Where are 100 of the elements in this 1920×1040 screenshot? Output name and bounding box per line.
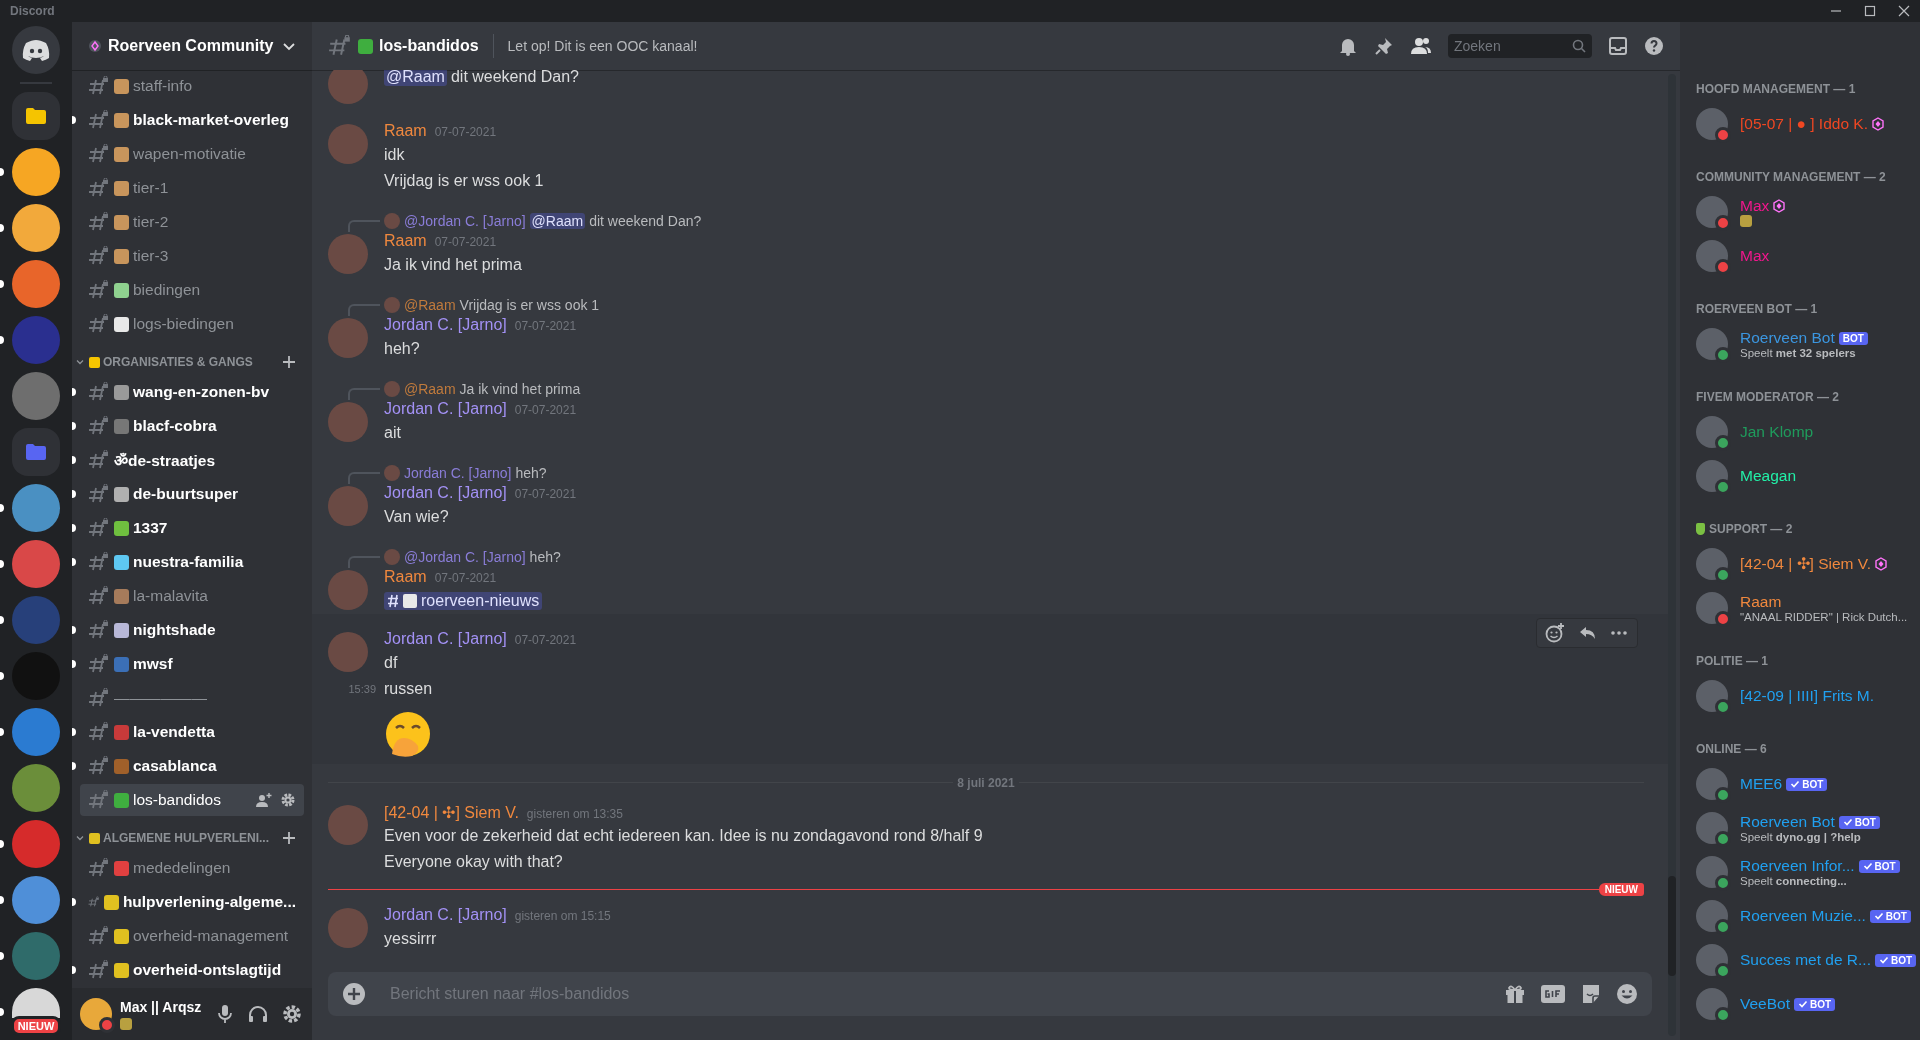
server-icon[interactable] bbox=[12, 988, 60, 1018]
channel-item[interactable]: tier-1 bbox=[80, 172, 304, 204]
member-item[interactable]: Jan Klomp bbox=[1688, 410, 1912, 454]
member-item[interactable]: [05-07 | ● ] Iddo K. bbox=[1688, 102, 1912, 146]
author-name[interactable]: Jordan C. [Jarno] bbox=[384, 484, 507, 502]
close-icon[interactable] bbox=[1898, 5, 1910, 17]
member-item[interactable]: Max bbox=[1688, 234, 1912, 278]
pin-icon[interactable] bbox=[1374, 36, 1394, 56]
timestamp: gisteren om 13:35 bbox=[526, 807, 623, 821]
reply-connector bbox=[348, 388, 380, 400]
mention[interactable]: @Raam bbox=[529, 213, 586, 229]
server-icon[interactable] bbox=[12, 876, 60, 924]
channel-item[interactable]: biedingen bbox=[80, 274, 304, 306]
reply-author[interactable]: Jordan C. [Jarno] bbox=[404, 465, 512, 481]
channel-item[interactable]: —————— bbox=[80, 682, 304, 714]
server-icon[interactable] bbox=[12, 260, 60, 308]
member-item[interactable]: Roerveen Bot BOT Speelt dyno.gg | ?help bbox=[1688, 806, 1912, 850]
channel-item[interactable]: blacf-cobra bbox=[80, 410, 304, 442]
channel-item[interactable]: nightshade bbox=[80, 614, 304, 646]
reply-author[interactable]: @Jordan C. [Jarno] bbox=[404, 549, 526, 565]
channel-item[interactable]: la-vendetta bbox=[80, 716, 304, 748]
category-title[interactable]: ALGEMENE HULPVERLENI... bbox=[103, 831, 279, 845]
reply-author[interactable]: @Jordan C. [Jarno] bbox=[404, 213, 526, 229]
members-icon[interactable] bbox=[1410, 36, 1432, 56]
server-icon[interactable] bbox=[12, 204, 60, 252]
channel-item[interactable]: la-malavita bbox=[80, 580, 304, 612]
author-name[interactable]: Jordan C. [Jarno] bbox=[384, 906, 507, 924]
bell-icon[interactable] bbox=[1338, 36, 1358, 56]
member-item[interactable]: Roerveen Bot BOT Speelt met 32 spelers bbox=[1688, 322, 1912, 366]
channel-item[interactable]: overheid-ontslagtijd bbox=[80, 954, 304, 986]
server-icon[interactable] bbox=[12, 484, 60, 532]
channel-link[interactable]: roerveen-nieuws bbox=[384, 592, 543, 610]
channel-item[interactable]: staff-info bbox=[80, 70, 304, 102]
channel-item[interactable]: tier-3 bbox=[80, 240, 304, 272]
channel-name: tier-3 bbox=[133, 247, 170, 265]
category-title[interactable]: ORGANISATIES & GANGS bbox=[103, 355, 279, 369]
channel-item[interactable]: tier-2 bbox=[80, 206, 304, 238]
channel-item[interactable]: mededelingen bbox=[80, 852, 304, 884]
member-item[interactable]: Roerveen Infor... BOT Speelt connecting... bbox=[1688, 850, 1912, 894]
search-field[interactable]: Zoeken bbox=[1448, 34, 1592, 58]
sticker-icon[interactable] bbox=[1580, 983, 1602, 1005]
member-item[interactable]: Roerveen Muzie... BOT bbox=[1688, 894, 1912, 938]
mention[interactable]: @Raam bbox=[384, 70, 447, 86]
maximize-icon[interactable] bbox=[1864, 5, 1876, 17]
author-name[interactable]: Jordan C. [Jarno] bbox=[384, 316, 507, 334]
server-icon[interactable] bbox=[12, 148, 60, 196]
channel-item[interactable]: ॐde-straatjes bbox=[80, 444, 304, 476]
channel-item[interactable]: nuestra-familia bbox=[80, 546, 304, 578]
inbox-icon[interactable] bbox=[1608, 36, 1628, 56]
home-button[interactable] bbox=[12, 26, 60, 74]
channel-item[interactable]: black-market-overleg bbox=[80, 104, 304, 136]
member-item[interactable]: Raam "ANAAL RIDDER" | Rick Dutch... bbox=[1688, 586, 1912, 630]
settings-icon[interactable] bbox=[280, 792, 296, 808]
member-item[interactable]: VeeBot BOT bbox=[1688, 982, 1912, 1026]
gift-icon[interactable] bbox=[1504, 983, 1526, 1005]
channel-item[interactable]: 1337 bbox=[80, 512, 304, 544]
settings-icon[interactable] bbox=[282, 1004, 302, 1024]
plus-icon[interactable] bbox=[282, 355, 296, 369]
headphones-icon[interactable] bbox=[248, 1004, 268, 1024]
channel-item[interactable]: logs-biedingen bbox=[80, 308, 304, 340]
avatar bbox=[384, 213, 400, 229]
channel-item[interactable]: los-bandidos bbox=[80, 784, 304, 816]
scrollbar[interactable] bbox=[1668, 74, 1676, 1036]
author-name[interactable]: [42-04 | ✣] Siem V. bbox=[384, 803, 519, 822]
member-item[interactable]: [42-04 | ✣] Siem V. bbox=[1688, 542, 1912, 586]
channel-item[interactable]: wapen-motivatie bbox=[80, 138, 304, 170]
server-folder[interactable] bbox=[12, 92, 60, 140]
member-name: Max bbox=[1740, 247, 1770, 265]
channel-item[interactable]: overheid-management bbox=[80, 920, 304, 952]
member-item[interactable]: Meagan bbox=[1688, 454, 1912, 498]
member-item[interactable]: Max bbox=[1688, 190, 1912, 234]
channel-item[interactable]: wang-en-zonen-bv bbox=[80, 376, 304, 408]
gif-icon[interactable] bbox=[1540, 984, 1566, 1004]
reply-author[interactable]: @Raam bbox=[404, 381, 456, 397]
emoji-icon[interactable] bbox=[1616, 983, 1638, 1005]
author-name[interactable]: Raam bbox=[384, 568, 427, 586]
member-item[interactable]: MEE6 BOT bbox=[1688, 762, 1912, 806]
channel-item[interactable]: casablanca bbox=[80, 750, 304, 782]
author-name[interactable]: Jordan C. [Jarno] bbox=[384, 630, 507, 648]
avatar bbox=[1696, 988, 1728, 1020]
member-item[interactable]: [42-09 | IIII] Frits M. bbox=[1688, 674, 1912, 718]
channel-item[interactable]: mwsf bbox=[80, 648, 304, 680]
group-title: ROERVEEN BOT — 1 bbox=[1696, 302, 1818, 316]
microphone-icon[interactable] bbox=[216, 1004, 234, 1024]
channel-item[interactable]: hulpverlening-algeme... bbox=[80, 886, 304, 918]
reply-author[interactable]: @Raam bbox=[404, 297, 456, 313]
channel-item[interactable]: de-buurtsuper bbox=[80, 478, 304, 510]
help-icon[interactable] bbox=[1644, 36, 1664, 56]
plus-icon[interactable] bbox=[342, 982, 366, 1006]
server-header[interactable]: Roerveen Community bbox=[72, 22, 312, 70]
author-name[interactable]: Raam bbox=[384, 232, 427, 250]
author-name[interactable]: Jordan C. [Jarno] bbox=[384, 400, 507, 418]
user-avatar[interactable] bbox=[80, 998, 112, 1030]
author-name[interactable]: Raam bbox=[384, 122, 427, 140]
status-emoji-icon bbox=[120, 1017, 132, 1030]
add-reaction-icon[interactable] bbox=[1545, 623, 1565, 643]
window-title: Discord bbox=[10, 4, 55, 18]
add-member-icon[interactable] bbox=[256, 792, 272, 808]
plus-icon[interactable] bbox=[282, 831, 296, 845]
hash-lock-icon bbox=[88, 110, 110, 130]
